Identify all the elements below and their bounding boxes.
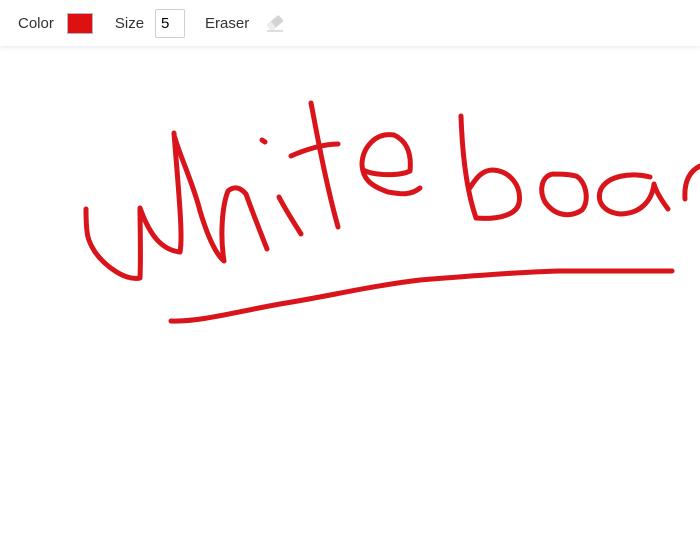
color-picker-swatch[interactable] [66,12,93,34]
stroke-i-stem [276,194,304,237]
toolbar: Color Size Eraser [0,0,700,46]
eraser-label: Eraser [205,14,250,32]
stroke-i-dot [259,137,268,145]
stroke-o1 [539,171,589,218]
stroke-e [359,132,423,197]
stroke-w [83,130,184,281]
stroke-t-bar [288,141,341,159]
stroke-r [682,163,700,202]
eraser-icon[interactable] [263,12,287,34]
size-input[interactable] [155,8,186,38]
drawing-canvas[interactable] [0,46,700,560]
stroke-a [596,172,671,217]
size-label: Size [114,14,145,32]
drawing-layer [83,100,700,324]
color-label: Color [18,14,54,32]
stroke-t-stem [308,100,341,230]
stroke-h [172,135,270,264]
stroke-underline [168,268,675,324]
stroke-b [458,113,522,221]
